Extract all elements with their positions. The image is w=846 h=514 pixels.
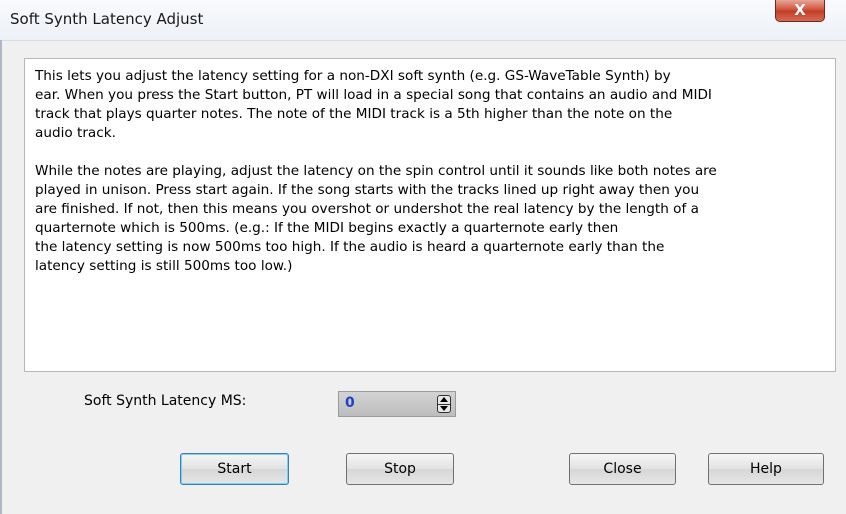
latency-label: Soft Synth Latency MS: — [84, 393, 247, 409]
spin-down-icon — [440, 406, 448, 411]
spin-up-icon — [440, 397, 448, 402]
spin-buttons — [437, 395, 451, 413]
close-window-button[interactable]: X — [775, 0, 825, 22]
start-button[interactable]: Start — [180, 453, 289, 485]
window-title: Soft Synth Latency Adjust — [10, 10, 204, 28]
stop-button[interactable]: Stop — [346, 453, 454, 485]
window-frame-left — [0, 40, 2, 514]
latency-spin-control[interactable]: 0 — [338, 391, 456, 417]
title-bar[interactable]: Soft Synth Latency Adjust X — [0, 0, 846, 41]
latency-value[interactable]: 0 — [345, 395, 355, 411]
help-button[interactable]: Help — [708, 453, 824, 485]
description-panel: This lets you adjust the latency setting… — [24, 58, 836, 372]
close-button[interactable]: Close — [569, 453, 676, 485]
description-paragraph-2: While the notes are playing, adjust the … — [35, 163, 717, 274]
description-paragraph-1: This lets you adjust the latency setting… — [35, 68, 712, 141]
close-icon: X — [794, 1, 806, 19]
dialog-window: Soft Synth Latency Adjust X This lets yo… — [0, 0, 846, 514]
spin-down-button[interactable] — [438, 404, 450, 412]
